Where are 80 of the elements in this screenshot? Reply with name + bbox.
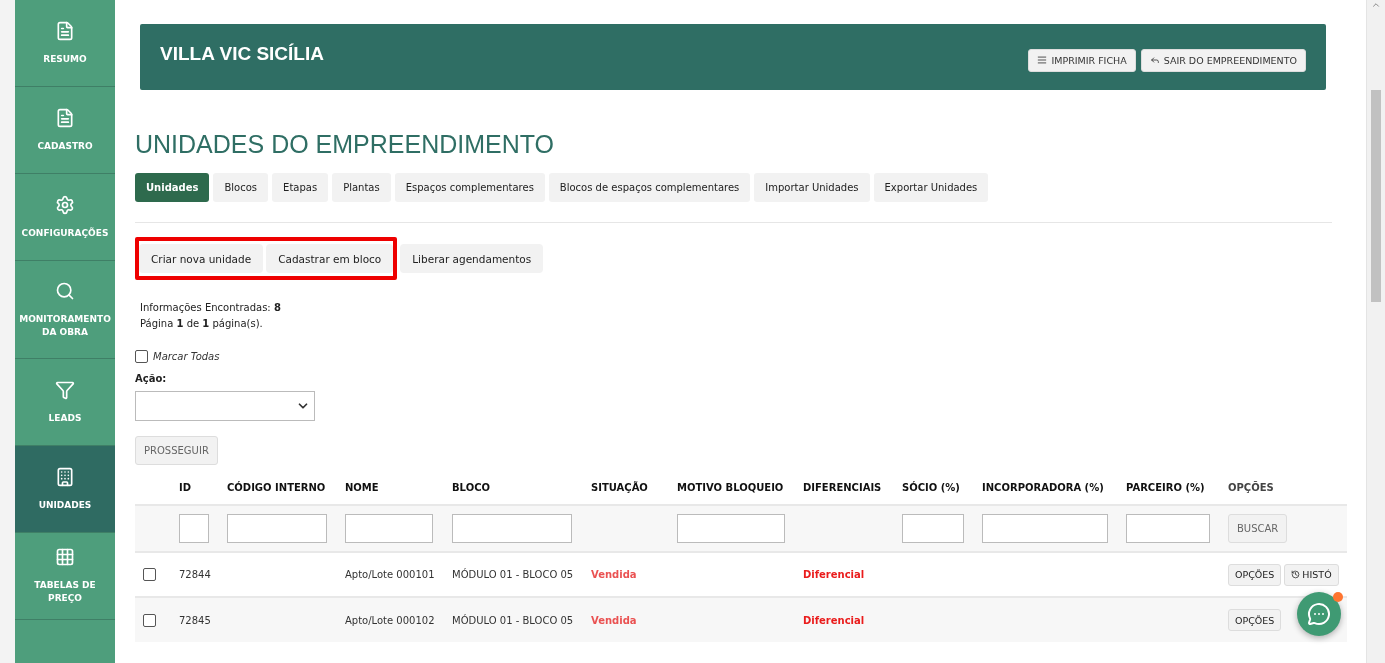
column-header: CÓDIGO INTERNO: [227, 482, 326, 493]
document-icon: [55, 107, 75, 128]
scroll-up-icon[interactable]: [1371, 0, 1381, 10]
column-header: DIFERENCIAIS: [803, 482, 882, 493]
options-button[interactable]: OPÇÕES: [1228, 563, 1282, 586]
sidebar-label: TABELAS DE PREÇO: [33, 579, 97, 605]
building-icon: [55, 466, 75, 487]
tab[interactable]: Espaços complementares: [394, 173, 545, 202]
action-select[interactable]: [135, 391, 315, 421]
checkbox-label: Marcar Todas: [153, 351, 220, 362]
column-header: SÓCIO (%): [902, 482, 960, 493]
tab[interactable]: Importar Unidades: [754, 173, 870, 202]
history-icon: [1291, 570, 1301, 579]
exit-button[interactable]: SAIR DO EMPREENDIMENTO: [1140, 48, 1306, 72]
feature-text: Diferencial: [803, 614, 865, 626]
field-label: Ação:: [135, 373, 168, 384]
filter-input[interactable]: [1126, 514, 1210, 543]
scrollbar[interactable]: [1366, 0, 1385, 663]
sidebar-label: UNIDADES: [38, 498, 92, 512]
reply-icon: [1149, 55, 1160, 65]
action-button[interactable]: Liberar agendamentos: [400, 244, 544, 273]
status-text: Vendida: [591, 569, 637, 580]
status-text: Vendida: [591, 614, 637, 626]
grid-icon: [55, 547, 75, 567]
column-header: MOTIVO BLOQUEIO: [677, 482, 784, 493]
filter-input[interactable]: [902, 514, 964, 543]
feature-text: Diferencial: [803, 569, 865, 580]
row-checkbox[interactable]: [143, 613, 156, 627]
tab[interactable]: Etapas: [272, 173, 329, 202]
page-count: Página 1 de 1 página(s).: [140, 318, 263, 329]
chat-icon: [1307, 602, 1331, 626]
filter-icon: [55, 379, 75, 400]
search-button[interactable]: BUSCAR: [1228, 514, 1288, 543]
table-cell: MÓDULO 01 - BLOCO 05: [452, 569, 574, 580]
filter-input[interactable]: [345, 514, 433, 543]
tab[interactable]: Blocos: [213, 173, 269, 202]
proceed-button[interactable]: PROSSEGUIR: [135, 436, 218, 465]
sidebar-label: RESUMO: [43, 52, 87, 66]
results-count: Informações Encontradas: 8: [140, 302, 281, 313]
row-checkbox[interactable]: [143, 568, 156, 581]
table-cell: 72845: [179, 614, 211, 626]
project-title: VILLA VIC SICÍLIA: [160, 43, 324, 65]
list-icon: [1037, 55, 1048, 65]
action-button[interactable]: Criar nova unidade: [139, 244, 264, 273]
column-header: ID: [179, 482, 192, 493]
checkbox[interactable]: [135, 350, 148, 363]
scroll-thumb[interactable]: [1371, 90, 1381, 302]
document-icon: [55, 20, 75, 41]
column-header: PARCEIRO (%): [1126, 482, 1205, 493]
options-button[interactable]: OPÇÕES: [1228, 609, 1282, 631]
sidebar-label: CONFIGURAÇÕES: [21, 226, 109, 240]
sidebar-label: CADASTRO: [37, 139, 93, 153]
tab[interactable]: Blocos de espaços complementares: [548, 173, 751, 202]
table-cell: Apto/Lote 000102: [345, 614, 435, 626]
filter-input[interactable]: [982, 514, 1108, 543]
column-header: SITUAÇÃO: [591, 482, 648, 493]
column-header: NOME: [345, 482, 379, 493]
column-header: BLOCO: [452, 482, 490, 493]
sidebar-label: MONITORAMENTO DA OBRA: [18, 312, 112, 339]
tab[interactable]: Plantas: [332, 173, 391, 202]
filter-input[interactable]: [227, 514, 327, 543]
table-cell: MÓDULO 01 - BLOCO 05: [452, 614, 574, 626]
tab[interactable]: Unidades: [135, 173, 210, 202]
filter-input[interactable]: [179, 514, 209, 543]
print-button[interactable]: IMPRIMIR FICHA: [1028, 48, 1136, 72]
column-header: OPÇÕES: [1228, 482, 1274, 493]
notification-dot: [1333, 592, 1343, 602]
filter-input[interactable]: [452, 514, 572, 543]
history-button[interactable]: HISTÓ: [1284, 563, 1339, 586]
search-icon: [55, 280, 75, 301]
column-header: INCORPORADORA (%): [982, 482, 1104, 493]
tab[interactable]: Exportar Unidades: [873, 173, 989, 202]
sidebar-label: LEADS: [48, 411, 82, 425]
filter-input[interactable]: [677, 514, 785, 543]
action-button[interactable]: Cadastrar em bloco: [266, 244, 394, 273]
table-cell: 72844: [179, 569, 211, 580]
page-title: UNIDADES DO EMPREENDIMENTO: [135, 130, 556, 159]
sidebar-item[interactable]: UNIDADES: [15, 446, 115, 533]
table-cell: Apto/Lote 000101: [345, 569, 435, 580]
gear-icon: [55, 194, 75, 215]
